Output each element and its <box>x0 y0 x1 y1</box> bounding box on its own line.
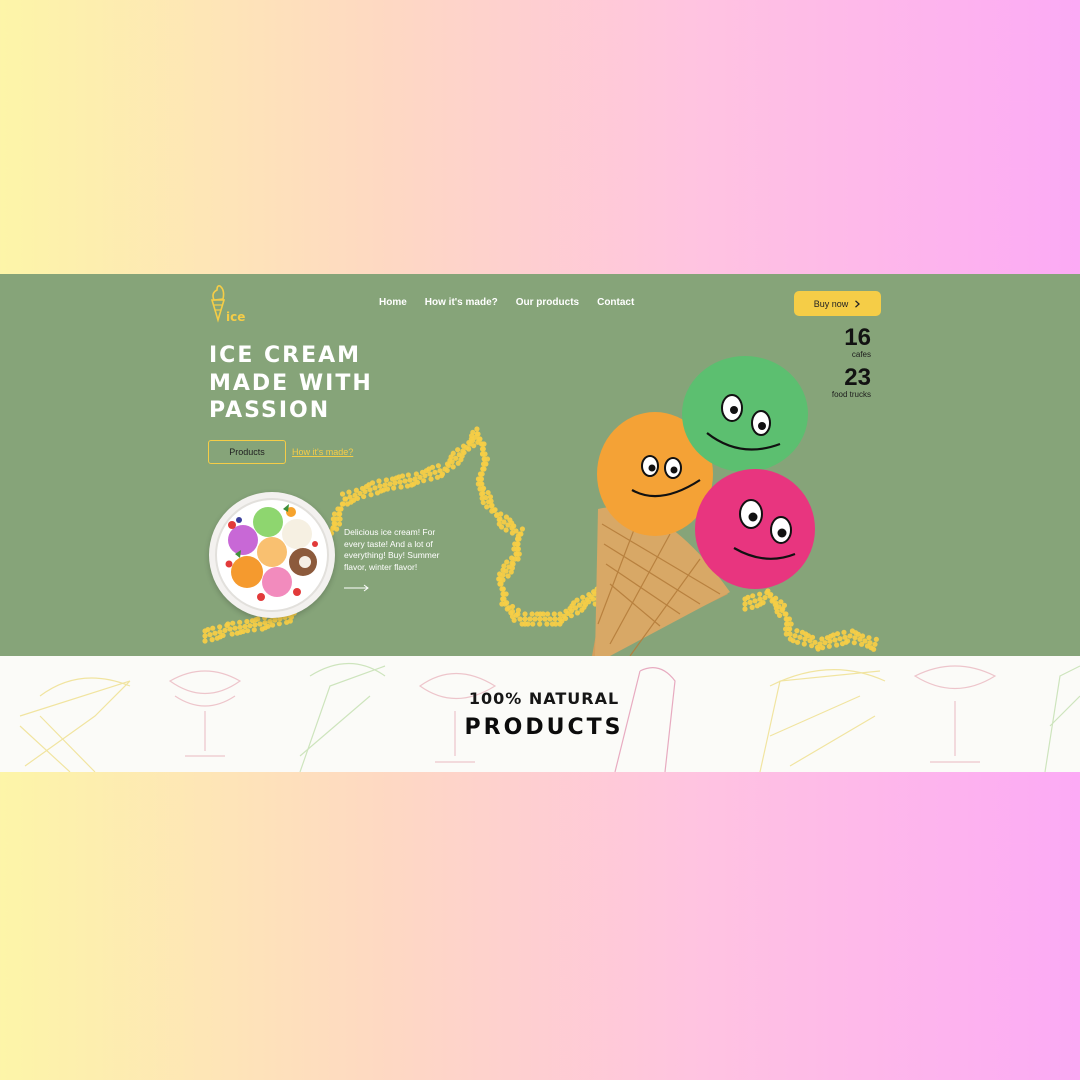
chevron-right-icon <box>855 299 861 308</box>
nav-our-products[interactable]: Our products <box>516 297 579 308</box>
buy-now-label: Buy now <box>813 298 849 309</box>
headline-line-1: ICE CREAM <box>209 343 362 368</box>
hero-headline: ICE CREAM MADE WITH PASSION <box>209 342 449 425</box>
how-its-made-link[interactable]: How it's made? <box>292 447 353 457</box>
ice-cream-plate-image <box>209 492 335 618</box>
stat-food-trucks-value: 23 <box>844 364 871 391</box>
section-title: 100% NATURAL <box>468 689 620 708</box>
products-button[interactable]: Products <box>208 440 286 464</box>
brand-logo[interactable]: ice <box>205 283 247 325</box>
natural-products-section <box>0 656 1080 772</box>
ice-cream-cone-image <box>592 356 815 656</box>
logo-text: ice <box>226 310 245 324</box>
nav-home[interactable]: Home <box>379 297 407 308</box>
buy-now-button[interactable]: Buy now <box>794 291 881 316</box>
ice-cream-cone-icon: ice <box>210 285 245 324</box>
headline-line-3: PASSION <box>209 398 331 423</box>
main-nav: Home How it's made? Our products Contact <box>379 297 634 308</box>
ice-cream-sketch-pattern <box>19 662 1080 772</box>
nav-how-its-made[interactable]: How it's made? <box>425 297 498 308</box>
arrow-right-icon[interactable] <box>344 584 370 592</box>
stat-cafes-value: 16 <box>844 324 871 351</box>
dotted-trail-decoration <box>202 426 879 652</box>
headline-line-2: MADE WITH <box>209 370 373 396</box>
nav-contact[interactable]: Contact <box>597 297 634 308</box>
stat-cafes-label: cafes <box>851 350 871 359</box>
hero-description: Delicious ice cream! For every taste! An… <box>344 527 440 572</box>
section-subtitle: PRODUCTS <box>464 715 624 740</box>
